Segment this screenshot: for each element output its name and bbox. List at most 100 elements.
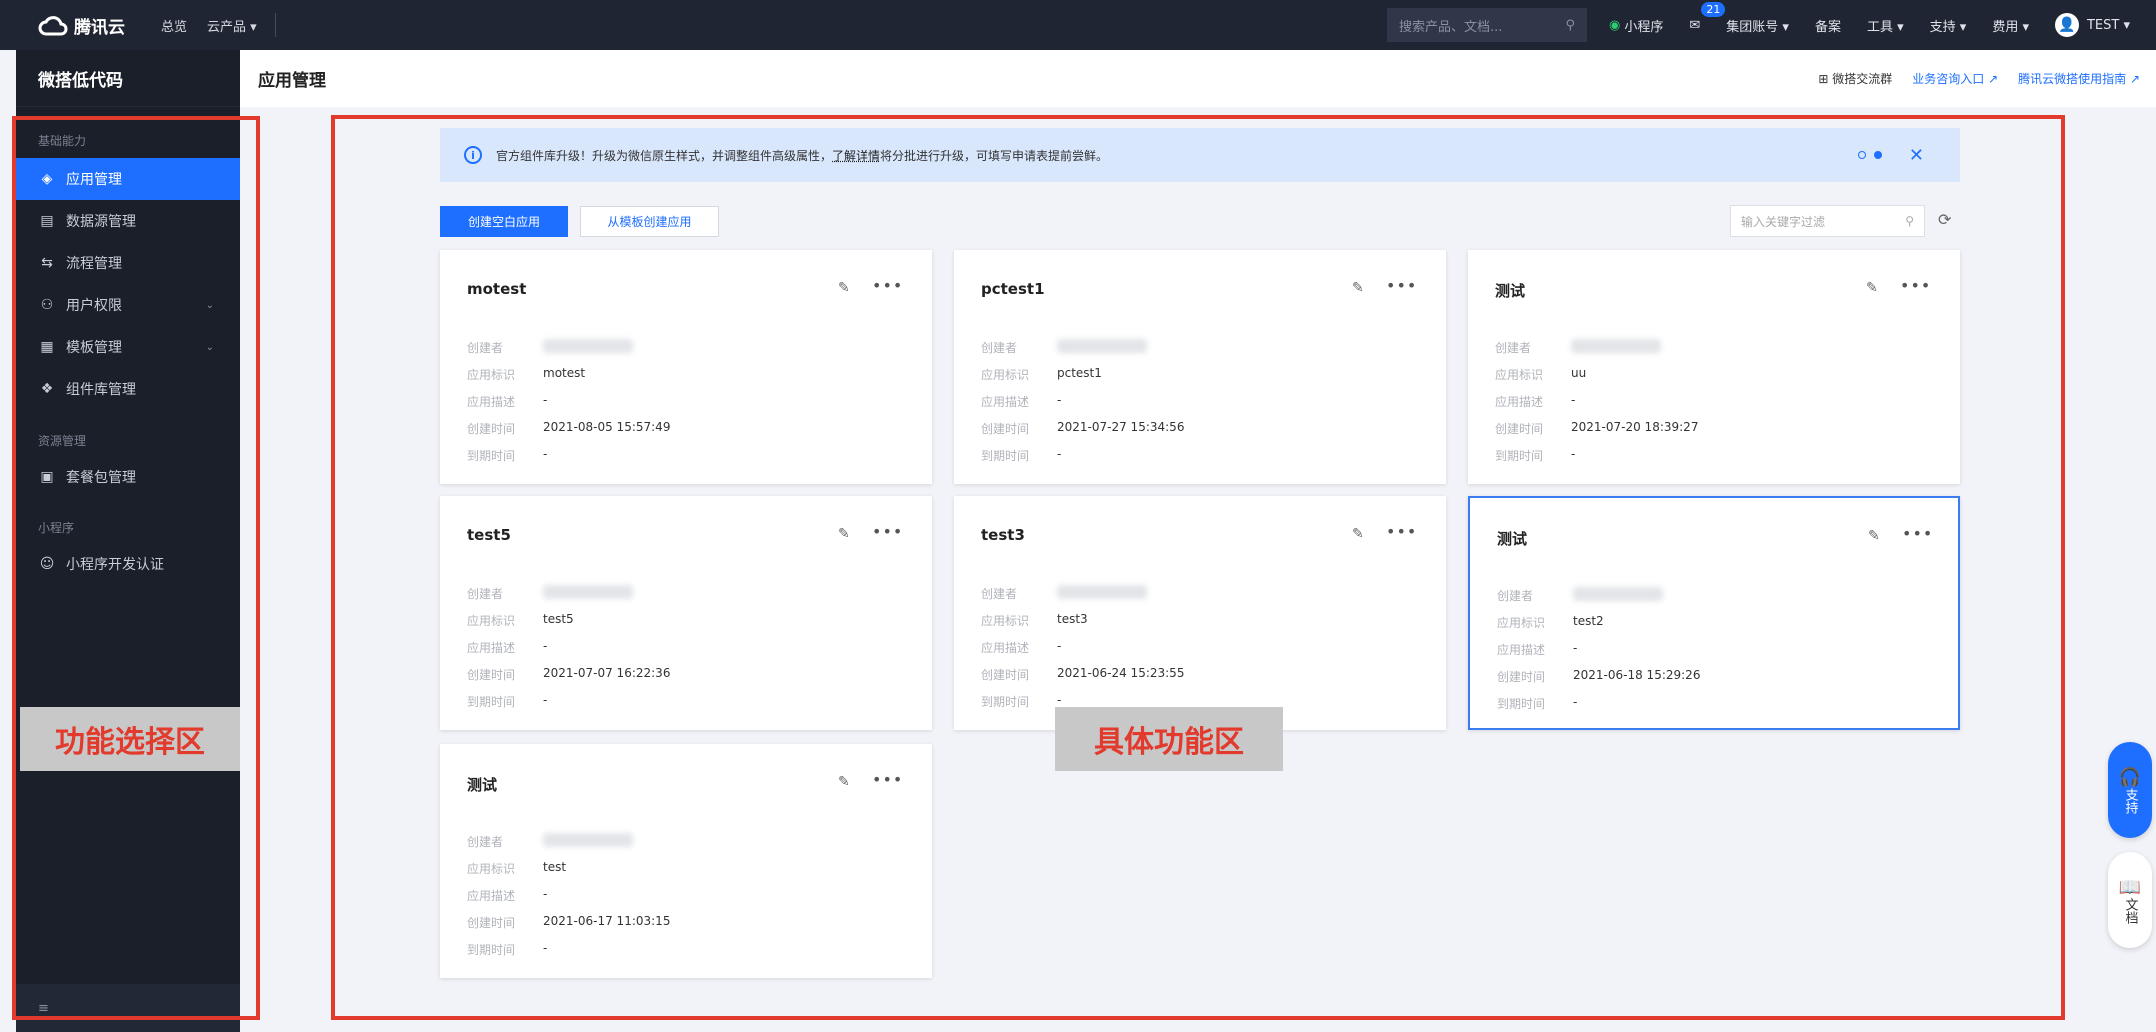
close-icon[interactable]: ✕ [1909, 145, 1924, 166]
package-icon: ▣ [40, 469, 54, 485]
redacted-creator [543, 833, 633, 847]
miniprogram-icon: ☺ [39, 556, 55, 572]
banner-details-link[interactable]: 了解详情 [832, 147, 880, 164]
field-label: 应用描述 [1495, 395, 1544, 409]
miniprogram-link[interactable]: ◉ 小程序 [1609, 16, 1663, 35]
docs-float-button[interactable]: 📖 文档 [2108, 852, 2152, 948]
field-label: 应用标识 [467, 862, 516, 876]
sidebar-item-mini-auth[interactable]: ☺ 小程序开发认证 [16, 543, 240, 585]
filter-input[interactable]: 输入关键字过滤 ⚲ [1730, 205, 1925, 237]
field-value: - [1571, 447, 1576, 461]
sidebar-item-label: 模板管理 [66, 340, 122, 356]
sidebar-item-user-permissions[interactable]: ⚇ 用户权限 ⌄ [16, 284, 240, 326]
edit-icon[interactable]: ✎ [838, 774, 850, 790]
sidebar-item-label: 套餐包管理 [66, 470, 136, 486]
more-icon[interactable]: ••• [1900, 276, 1931, 295]
field-value: test3 [1057, 612, 1088, 626]
field-value: 2021-07-27 15:34:56 [1057, 420, 1185, 434]
field-value: - [1573, 695, 1578, 709]
sidebar-item-components[interactable]: ❖ 组件库管理 [16, 368, 240, 410]
sidebar: 微搭低代码 基础能力 ◈ 应用管理 ▤ 数据源管理 ⇆ 流程管理 ⚇ 用户权限 ⌄ ▦ 模板… [16, 50, 240, 1032]
more-icon[interactable]: ••• [1902, 524, 1933, 543]
app-card[interactable]: pctest1 ✎ ••• 创建者 应用标识 pctest1 应用描述 - 创建时间 2021… [954, 250, 1446, 484]
sidebar-item-label: 用户权限 [66, 298, 122, 314]
field-value: - [543, 639, 548, 653]
field-row-created: 创建时间 2021-06-17 11:03:15 [467, 914, 670, 931]
sidebar-item-datasource[interactable]: ▤ 数据源管理 [16, 200, 240, 242]
field-value: - [1057, 447, 1062, 461]
field-row-expire: 到期时间 - [467, 693, 547, 710]
field-row-expire: 到期时间 - [467, 941, 547, 958]
edit-icon[interactable]: ✎ [1352, 526, 1364, 542]
app-card[interactable]: test5 ✎ ••• 创建者 应用标识 test5 应用描述 - 创建时间 2021-07-… [440, 496, 932, 730]
collapse-sidebar-button[interactable]: ≡ [16, 984, 240, 1032]
beian-link[interactable]: 备案 [1815, 16, 1841, 35]
more-icon[interactable]: ••• [872, 770, 903, 789]
field-value: - [543, 393, 548, 407]
sidebar-item-label: 流程管理 [66, 256, 122, 272]
field-row-created: 创建时间 2021-06-24 15:23:55 [981, 666, 1184, 683]
global-search-input[interactable]: 搜索产品、文档... ⚲ [1387, 8, 1588, 42]
nav-products[interactable]: 云产品 ▾ [207, 16, 257, 35]
field-label: 创建者 [1495, 341, 1532, 355]
nav-overview[interactable]: 总览 [161, 16, 187, 35]
more-icon[interactable]: ••• [872, 522, 903, 541]
tencent-cloud-logo[interactable]: 腾讯云 [38, 13, 125, 38]
edit-icon[interactable]: ✎ [838, 280, 850, 296]
group-account-menu[interactable]: 集团账号 ▾ [1726, 16, 1789, 35]
field-label: 创建者 [1497, 589, 1534, 603]
redacted-creator [543, 585, 633, 599]
create-from-template-button[interactable]: 从模板创建应用 [580, 206, 719, 237]
guide-link[interactable]: 腾讯云微搭使用指南 ↗ [2018, 70, 2140, 87]
redacted-creator [1571, 339, 1661, 353]
field-row-id: 应用标识 test5 [467, 612, 574, 629]
more-icon[interactable]: ••• [872, 276, 903, 295]
tools-menu[interactable]: 工具 ▾ [1867, 16, 1904, 35]
datasource-icon: ▤ [40, 213, 54, 229]
field-row-creator: 创建者 [1497, 587, 1663, 604]
field-label: 创建者 [467, 835, 504, 849]
community-group-link[interactable]: ⊞ 微搭交流群 [1818, 70, 1892, 87]
create-blank-app-button[interactable]: 创建空白应用 [440, 206, 568, 237]
app-card[interactable]: 测试 ✎ ••• 创建者 应用标识 uu 应用描述 - 创建时间 2021-07-20 18:… [1468, 250, 1960, 484]
pager-dot-active[interactable] [1874, 151, 1882, 159]
sidebar-item-label: 小程序开发认证 [66, 557, 164, 573]
sidebar-item-packages[interactable]: ▣ 套餐包管理 [16, 456, 240, 498]
refresh-icon[interactable]: ⟳ [1938, 210, 1951, 229]
app-card[interactable]: 测试 ✎ ••• 创建者 应用标识 test2 应用描述 - 创建时间 2021-06-18 … [1468, 496, 1960, 730]
top-nav-bar: 腾讯云 总览 云产品 ▾ 搜索产品、文档... ⚲ ◉ 小程序 ✉ 21 集团账号 ▾… [0, 0, 2156, 50]
field-value: test2 [1573, 614, 1604, 628]
app-card[interactable]: motest ✎ ••• 创建者 应用标识 motest 应用描述 - 创建时间 2021-0… [440, 250, 932, 484]
field-value: 2021-07-20 18:39:27 [1571, 420, 1699, 434]
notice-banner: i 官方组件库升级！升级为微信原生样式，并调整组件高级属性， 了解详情 将分批进… [440, 128, 1960, 182]
sidebar-item-templates[interactable]: ▦ 模板管理 ⌄ [16, 326, 240, 368]
more-icon[interactable]: ••• [1386, 522, 1417, 541]
user-name: TEST ▾ [2086, 17, 2130, 33]
redacted-creator [1573, 587, 1663, 601]
cloud-logo-icon [38, 16, 68, 36]
edit-icon[interactable]: ✎ [838, 526, 850, 542]
user-menu[interactable]: 👤 TEST ▾ [2054, 13, 2130, 37]
field-label: 创建者 [981, 341, 1018, 355]
billing-menu[interactable]: 费用 ▾ [1992, 16, 2029, 35]
more-icon[interactable]: ••• [1386, 276, 1417, 295]
edit-icon[interactable]: ✎ [1352, 280, 1364, 296]
brand-name: 腾讯云 [74, 17, 125, 38]
app-card-title: motest [467, 280, 527, 298]
mail-button[interactable]: ✉ 21 [1689, 1, 1726, 33]
field-value: - [543, 693, 548, 707]
consult-link[interactable]: 业务咨询入口 ↗ [1912, 70, 1998, 87]
field-label: 创建时间 [981, 422, 1030, 436]
edit-icon[interactable]: ✎ [1866, 280, 1878, 296]
app-card[interactable]: test3 ✎ ••• 创建者 应用标识 test3 应用描述 - 创建时间 2021-06-… [954, 496, 1446, 730]
edit-icon[interactable]: ✎ [1868, 528, 1880, 544]
support-menu[interactable]: 支持 ▾ [1930, 16, 1967, 35]
sidebar-item-workflow[interactable]: ⇆ 流程管理 [16, 242, 240, 284]
sidebar-item-app-management[interactable]: ◈ 应用管理 [16, 158, 240, 200]
mail-badge: 21 [1701, 1, 1726, 17]
pager-dot[interactable] [1858, 151, 1866, 159]
app-card[interactable]: 测试 ✎ ••• 创建者 应用标识 test 应用描述 - 创建时间 2021-06-17 1… [440, 744, 932, 978]
support-float-button[interactable]: 🎧 支持 [2108, 742, 2152, 838]
app-card-title: pctest1 [981, 280, 1045, 298]
field-value: 2021-07-07 16:22:36 [543, 666, 671, 680]
